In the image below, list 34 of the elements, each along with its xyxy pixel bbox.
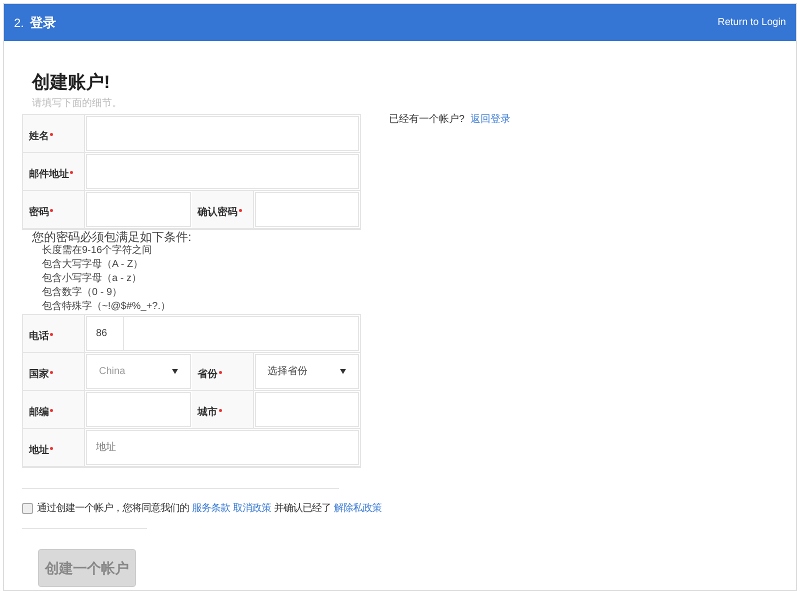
input-field[interactable]: 地址 xyxy=(86,430,359,465)
requirements-heading: 您的密码必须包满足如下条件: xyxy=(32,230,192,244)
field-label: 邮件地址 xyxy=(23,153,85,190)
back-to-login-link[interactable]: 返回登录 xyxy=(470,112,511,587)
step-number: 2. xyxy=(14,14,24,32)
requirement-item: 包含大写字母（A - Z） xyxy=(42,258,144,272)
field-label: 邮编 xyxy=(23,391,85,428)
form-title: 创建账户! xyxy=(32,71,111,94)
existing-account-text: 已经有一个帐户? xyxy=(389,112,465,127)
field-label: 姓名 xyxy=(23,115,85,152)
agreement-text: 通过创建一个帐户，您将同意我们的 xyxy=(37,502,189,516)
field-label: 省份 xyxy=(192,353,254,390)
policy-link[interactable]: 取消政策 xyxy=(233,501,271,516)
select-value: 选择省份 xyxy=(268,364,308,379)
field-label: 确认密码 xyxy=(192,191,254,228)
policy-link[interactable]: 服务条款 xyxy=(192,501,230,516)
agreement-text: 并确认已经了 xyxy=(274,502,331,516)
return-link[interactable]: Return to Login xyxy=(718,15,786,30)
header-title: 登录 xyxy=(30,14,56,32)
requirement-item: 长度需在9-16个字符之间 xyxy=(42,244,154,258)
country-code-field[interactable]: 86 xyxy=(86,316,124,351)
form-subtitle: 请填写下面的细节。 xyxy=(32,96,123,111)
field-label: 电话 xyxy=(23,315,85,352)
field-label: 国家 xyxy=(23,353,85,390)
requirement-item: 包含小写字母（a - z） xyxy=(42,272,142,286)
field-label: 城市 xyxy=(192,391,254,428)
policy-link[interactable]: 解除私政策 xyxy=(334,501,382,516)
field-label: 密码 xyxy=(23,191,85,228)
requirement-item: 包含特殊字（~!@$#%_+?.） xyxy=(42,300,172,314)
select-value: China xyxy=(99,365,126,379)
select-field[interactable]: 选择省份 xyxy=(254,354,359,389)
select-field[interactable]: China xyxy=(86,354,190,389)
field-label: 地址 xyxy=(23,429,85,466)
requirement-item: 包含数字（0 - 9） xyxy=(42,286,124,300)
